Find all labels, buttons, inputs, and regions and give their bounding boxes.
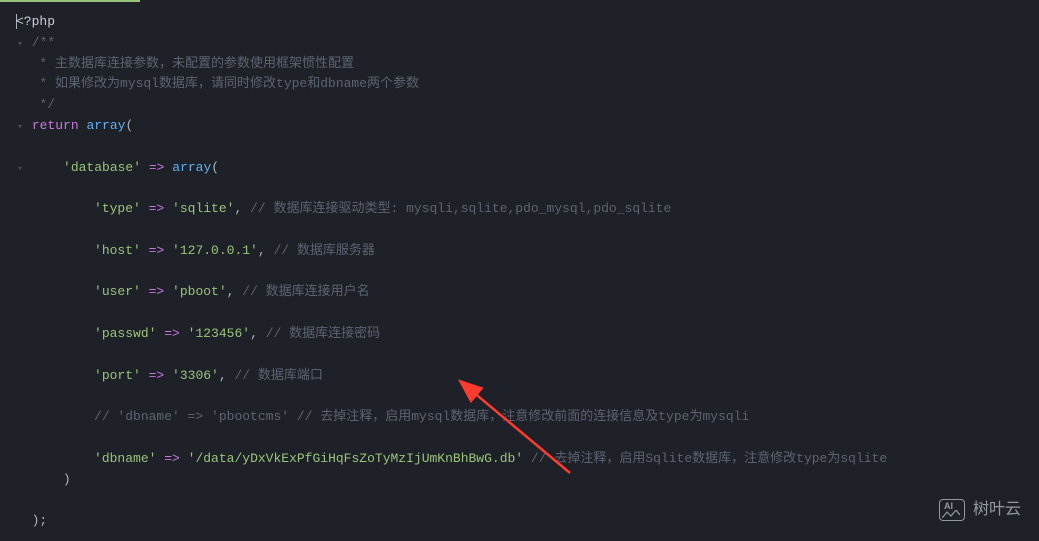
code-line: 'passwd' => '123456', // 数据库连接密码: [12, 324, 1039, 345]
inline-comment: // 数据库连接用户名: [234, 284, 369, 299]
code-line: 'dbname' => '/data/yDxVkExPfGiHqFsZoTyMz…: [12, 449, 1039, 470]
code-line: ): [12, 470, 1039, 491]
watermark-text: 树叶云: [973, 497, 1021, 523]
return-keyword: return: [32, 118, 79, 133]
commented-line: // 'dbname' => 'pbootcms' // 去掉注释，启用mysq…: [94, 409, 749, 424]
code-editor[interactable]: <?php ▾ /** * 主数据库连接参数，未配置的参数使用框架惯性配置 * …: [0, 4, 1039, 540]
key-passwd: 'passwd': [94, 326, 156, 341]
close-paren: ): [63, 472, 71, 487]
watermark: AI 树叶云: [939, 497, 1021, 523]
code-line: [12, 490, 1039, 511]
code-line: 'host' => '127.0.0.1', // 数据库服务器: [12, 241, 1039, 262]
key-port: 'port': [94, 368, 141, 383]
code-line: ▾ return array(: [12, 116, 1039, 137]
code-line: ▾ 'database' => array(: [12, 158, 1039, 179]
code-line: 'port' => '3306', // 数据库端口: [12, 366, 1039, 387]
code-line: 'user' => 'pboot', // 数据库连接用户名: [12, 282, 1039, 303]
code-line: 'type' => 'sqlite', // 数据库连接驱动类型: mysqli…: [12, 199, 1039, 220]
arrow-op: =>: [141, 201, 172, 216]
comment-text: * 主数据库连接参数，未配置的参数使用框架惯性配置: [32, 56, 354, 71]
code-line: <?php: [12, 12, 1039, 33]
arrow-op: =>: [141, 284, 172, 299]
paren: (: [125, 118, 133, 133]
php-open-tag: <?php: [16, 14, 55, 29]
arrow-op: =>: [141, 160, 172, 175]
array-function: array: [172, 160, 211, 175]
val-host: '127.0.0.1': [172, 243, 258, 258]
comma: ,: [258, 243, 266, 258]
val-user: 'pboot': [172, 284, 227, 299]
arrow-op: =>: [156, 451, 187, 466]
code-line: * 主数据库连接参数，未配置的参数使用框架惯性配置: [12, 54, 1039, 75]
watermark-logo-icon: AI: [939, 499, 965, 521]
code-line: [12, 386, 1039, 407]
val-passwd: '123456': [188, 326, 250, 341]
comment-text: * 如果修改为mysql数据库，请同时修改type和dbname两个参数: [32, 76, 419, 91]
code-line: [12, 178, 1039, 199]
code-line: [12, 262, 1039, 283]
code-line: [12, 345, 1039, 366]
code-line: * 如果修改为mysql数据库，请同时修改type和dbname两个参数: [12, 74, 1039, 95]
fold-marker[interactable]: ▾: [16, 37, 24, 51]
inline-comment: // 去掉注释，启用Sqlite数据库，注意修改type为sqlite: [523, 451, 887, 466]
array-function: array: [86, 118, 125, 133]
code-line: */: [12, 95, 1039, 116]
inline-comment: // 数据库端口: [227, 368, 323, 383]
inline-comment: // 数据库连接驱动类型: mysqli,sqlite,pdo_mysql,pd…: [242, 201, 671, 216]
close-stmt: );: [32, 513, 48, 528]
key-host: 'host': [94, 243, 141, 258]
key-dbname: 'dbname': [94, 451, 156, 466]
val-dbname: '/data/yDxVkExPfGiHqFsZoTyMzIjUmKnBhBwG.…: [188, 451, 523, 466]
comment-block-open: /**: [32, 35, 55, 50]
code-line: [12, 428, 1039, 449]
fold-marker[interactable]: ▾: [16, 162, 24, 176]
code-line: [12, 137, 1039, 158]
comment-block-close: */: [32, 97, 55, 112]
val-port: '3306': [172, 368, 219, 383]
key-database: 'database': [63, 160, 141, 175]
inline-comment: // 数据库连接密码: [258, 326, 380, 341]
key-user: 'user': [94, 284, 141, 299]
arrow-op: =>: [156, 326, 187, 341]
comma: ,: [219, 368, 227, 383]
code-line: // 'dbname' => 'pbootcms' // 去掉注释，启用mysq…: [12, 407, 1039, 428]
arrow-op: =>: [141, 243, 172, 258]
code-line: [12, 220, 1039, 241]
inline-comment: // 数据库服务器: [266, 243, 375, 258]
code-line: [12, 303, 1039, 324]
code-line: ▾ /**: [12, 33, 1039, 54]
paren: (: [211, 160, 219, 175]
code-line: );: [12, 511, 1039, 532]
fold-marker[interactable]: ▾: [16, 120, 24, 134]
comma: ,: [250, 326, 258, 341]
arrow-op: =>: [141, 368, 172, 383]
val-type: 'sqlite': [172, 201, 234, 216]
key-type: 'type': [94, 201, 141, 216]
